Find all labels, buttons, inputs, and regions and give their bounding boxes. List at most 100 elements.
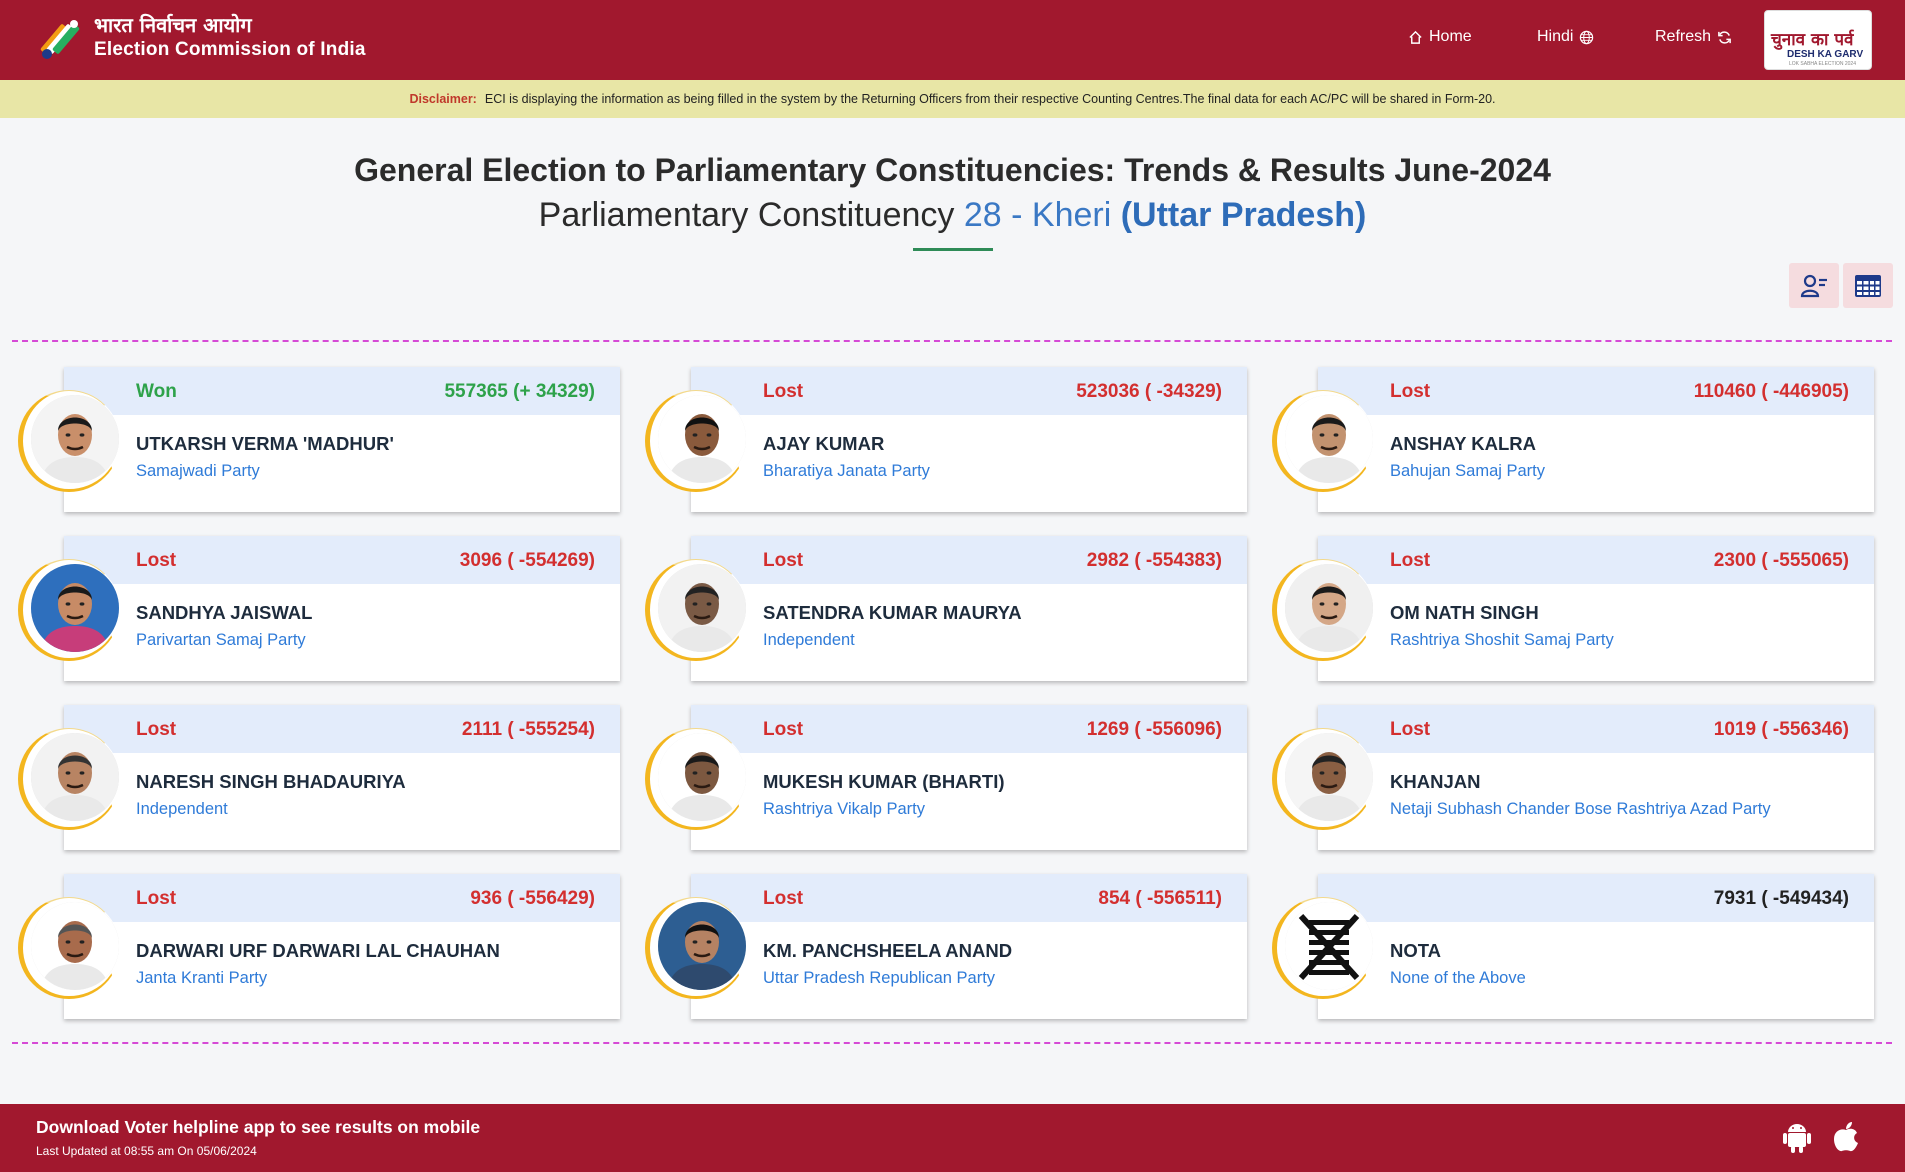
refresh-link[interactable]: Refresh — [1655, 28, 1732, 46]
result-status: Lost — [763, 888, 804, 909]
candidate-photo — [31, 902, 119, 990]
candidate-photo-frame — [645, 728, 747, 830]
brand[interactable]: भारत निर्वाचन आयोग Election Commission o… — [94, 12, 366, 62]
candidate-name: AJAY KUMAR — [763, 433, 885, 454]
candidate-card[interactable]: Lost 523036 ( -34329) AJAY KUMAR Bharatiya … — [691, 367, 1247, 512]
top-header: भारत निर्वाचन आयोग Election Commission o… — [0, 0, 1905, 80]
candidate-name: SANDHYA JAISWAL — [136, 602, 313, 623]
candidate-photo-frame — [18, 559, 120, 661]
photo-circle — [658, 733, 746, 821]
candidate-name: SATENDRA KUMAR MAURYA — [763, 602, 1022, 623]
candidate-card[interactable]: Lost 1019 ( -556346) KHANJAN Netaji Subhash… — [1318, 705, 1874, 850]
photo-circle — [31, 564, 119, 652]
badge-small: LOK SABHA ELECTION 2024 — [1789, 61, 1856, 67]
vote-count: 2111 ( -555254) — [461, 719, 595, 740]
page-title: General Election to Parliamentary Consti… — [354, 152, 1551, 188]
nota-icon — [1285, 902, 1373, 990]
vote-count: 936 ( -556429) — [470, 888, 595, 909]
desh-ka-garv-logo: चुनाव का पर्व DESH KA GARV LOK SABHA ELE… — [1764, 10, 1872, 70]
disclaimer-label: Disclaimer: — [409, 92, 477, 106]
candidate-view-button[interactable] — [1789, 263, 1839, 308]
home-link[interactable]: Home — [1408, 28, 1472, 46]
divider-bottom — [12, 1042, 1892, 1044]
candidate-photo — [658, 733, 746, 821]
home-icon — [1409, 30, 1422, 44]
party-name: Bahujan Samaj Party — [1390, 462, 1546, 480]
constituency-name: 28 - Kheri — [963, 196, 1112, 234]
download-app-text[interactable]: Download Voter helpline app to see resul… — [36, 1117, 480, 1138]
refresh-icon — [1718, 30, 1731, 44]
candidate-card[interactable]: 7931 ( -549434) NOTA None of the Above — [1318, 874, 1874, 1019]
party-name: Parivartan Samaj Party — [136, 631, 306, 649]
party-name: Netaji Subhash Chander Bose Rashtriya Az… — [1390, 800, 1771, 818]
vote-count: 2982 ( -554383) — [1086, 550, 1222, 571]
party-name: Samajwadi Party — [136, 462, 260, 480]
result-status: Lost — [1390, 719, 1431, 740]
globe-icon — [1580, 30, 1594, 44]
candidate-name: UTKARSH VERMA 'MADHUR' — [136, 433, 394, 454]
android-icon[interactable] — [1782, 1120, 1812, 1154]
result-status: Lost — [763, 381, 804, 402]
candidate-name: NOTA — [1390, 940, 1442, 961]
candidate-photo — [31, 733, 119, 821]
candidate-photo — [658, 564, 746, 652]
vote-count: 1019 ( -556346) — [1713, 719, 1849, 740]
candidate-name: KM. PANCHSHEELA ANAND — [763, 940, 1013, 961]
result-status: Lost — [1390, 381, 1431, 402]
photo-circle — [1285, 395, 1373, 483]
candidate-card[interactable]: Lost 854 ( -556511) KM. PANCHSHEELA ANAND U… — [691, 874, 1247, 1019]
candidate-name: KHANJAN — [1390, 771, 1481, 792]
candidate-card[interactable]: Lost 110460 ( -446905) ANSHAY KALRA Bahujan… — [1318, 367, 1874, 512]
table-icon — [1855, 274, 1881, 297]
disclaimer-text: ECI is displaying the information as bei… — [484, 92, 1496, 106]
party-name: Bharatiya Janata Party — [763, 462, 930, 480]
candidate-photo — [658, 902, 746, 990]
candidate-name: NARESH SINGH BHADAURIYA — [136, 771, 406, 792]
eci-logo[interactable] — [34, 14, 86, 66]
last-updated: Last Updated at 08:55 am On 05/06/2024 — [36, 1144, 257, 1158]
candidate-card[interactable]: Lost 2982 ( -554383) SATENDRA KUMAR MAURYA… — [691, 536, 1247, 681]
candidate-photo-frame — [645, 559, 747, 661]
apple-icon[interactable] — [1831, 1120, 1861, 1154]
constituency-prefix: Parliamentary Constituency — [538, 196, 955, 234]
photo-circle — [31, 395, 119, 483]
party-name: Independent — [763, 631, 855, 649]
result-status: Lost — [136, 888, 177, 909]
candidate-photo-frame — [645, 390, 747, 492]
home-label: Home — [1429, 28, 1472, 45]
candidate-card[interactable]: Lost 1269 ( -556096) MUKESH KUMAR (BHARTI)… — [691, 705, 1247, 850]
party-name: Uttar Pradesh Republican Party — [763, 969, 996, 987]
candidate-name: OM NATH SINGH — [1390, 602, 1539, 623]
candidate-name: MUKESH KUMAR (BHARTI) — [763, 771, 1005, 792]
candidate-photo — [1285, 564, 1373, 652]
candidate-photo-frame — [1272, 390, 1374, 492]
photo-circle — [31, 902, 119, 990]
candidate-card[interactable]: Lost 2111 ( -555254) NARESH SINGH BHADAURI… — [64, 705, 620, 850]
result-status: Lost — [763, 719, 804, 740]
footer: Download Voter helpline app to see resul… — [0, 1104, 1905, 1172]
party-name: Janta Kranti Party — [136, 969, 268, 987]
badge-hindi: चुनाव का पर्व — [1771, 30, 1854, 50]
candidate-photo — [658, 395, 746, 483]
hindi-link[interactable]: Hindi — [1537, 28, 1594, 46]
candidate-card[interactable]: Won 557365 (+ 34329) UTKARSH VERMA 'MADHUR… — [64, 367, 620, 512]
brand-hindi: भारत निर्वाचन आयोग — [94, 13, 252, 37]
photo-circle — [658, 564, 746, 652]
photo-circle — [658, 902, 746, 990]
brand-english: Election Commission of India — [94, 39, 366, 60]
state-name: (Uttar Pradesh) — [1120, 196, 1367, 234]
candidate-photo-frame — [1272, 559, 1374, 661]
party-name: Rashtriya Shoshit Samaj Party — [1390, 631, 1614, 649]
candidate-card[interactable]: Lost 3096 ( -554269) SANDHYA JAISWAL Pariva… — [64, 536, 620, 681]
candidate-photo-frame — [645, 897, 747, 999]
candidate-photo-frame — [1272, 897, 1374, 999]
photo-circle — [1285, 733, 1373, 821]
table-view-button[interactable] — [1843, 263, 1893, 308]
divider-top — [12, 340, 1892, 342]
user-list-icon — [1800, 274, 1827, 297]
candidate-card[interactable]: Lost 936 ( -556429) DARWARI URF DARWARI LA… — [64, 874, 620, 1019]
candidate-photo — [1285, 395, 1373, 483]
badge-english: DESH KA GARV — [1787, 49, 1864, 60]
candidate-card[interactable]: Lost 2300 ( -555065) OM NATH SINGH Rashtriy… — [1318, 536, 1874, 681]
vote-count: 854 ( -556511) — [1098, 888, 1222, 909]
